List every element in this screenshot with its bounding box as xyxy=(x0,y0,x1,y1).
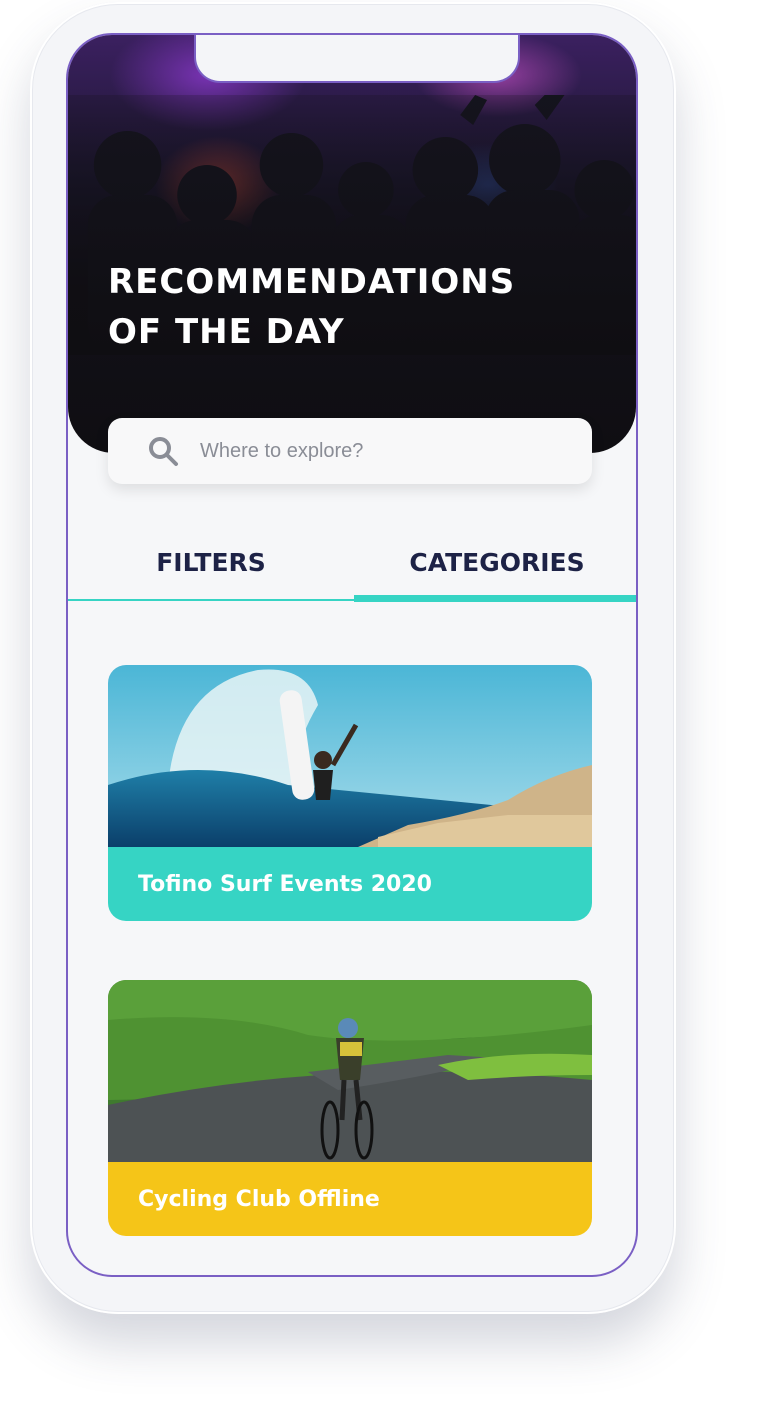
search-input[interactable] xyxy=(198,438,562,464)
search-bar[interactable] xyxy=(108,418,592,484)
cycling-image xyxy=(108,980,592,1162)
event-card-cycling[interactable]: Cycling Club Offline xyxy=(108,980,592,1236)
page-title-line-1: RECOMMENDATIONS xyxy=(108,262,516,302)
hero-banner: RECOMMENDATIONS OF THE DAY xyxy=(68,35,636,453)
event-card-surf[interactable]: Tofino Surf Events 2020 xyxy=(108,665,592,921)
tab-categories[interactable]: CATEGORIES xyxy=(354,525,636,599)
search-icon[interactable] xyxy=(146,434,180,468)
page-title-line-2: OF THE DAY xyxy=(108,312,345,352)
surf-image xyxy=(108,665,592,847)
page-title: RECOMMENDATIONS OF THE DAY xyxy=(108,257,608,357)
event-card-footer: Tofino Surf Events 2020 xyxy=(108,847,592,921)
tab-active-indicator xyxy=(354,595,636,602)
tab-bar: FILTERS CATEGORIES xyxy=(68,525,636,602)
phone-notch xyxy=(194,35,520,83)
event-card-title: Tofino Surf Events 2020 xyxy=(138,871,432,897)
app-screen: RECOMMENDATIONS OF THE DAY FILTERS CATEG… xyxy=(66,33,638,1277)
event-card-title: Cycling Club Offline xyxy=(138,1186,380,1212)
tab-filters[interactable]: FILTERS xyxy=(68,525,354,599)
event-card-footer: Cycling Club Offline xyxy=(108,1162,592,1236)
